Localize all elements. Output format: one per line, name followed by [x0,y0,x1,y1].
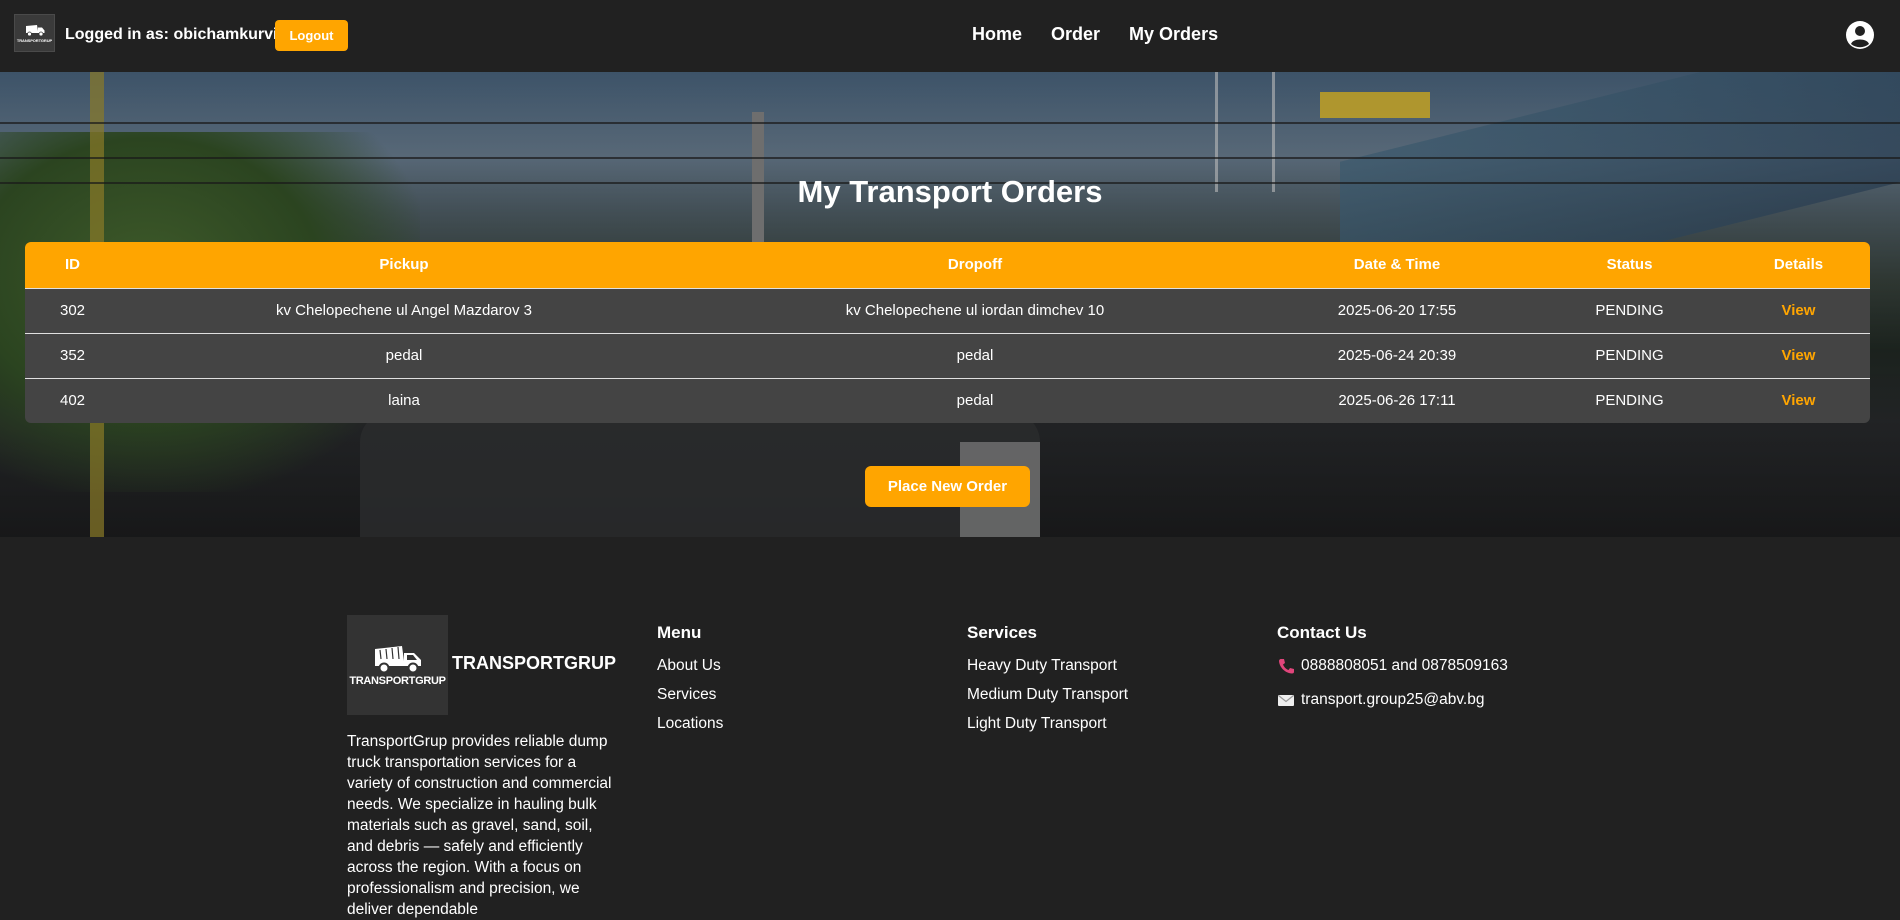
order-id: 402 [59,392,86,410]
footer-logo-text: TRANSPORTGRUP [349,675,446,687]
footer-link-medium-duty[interactable]: Medium Duty Transport [967,686,1128,704]
order-pickup: laina [388,392,420,410]
footer-description: TransportGrup provides reliable dump tru… [347,733,612,918]
page-title: My Transport Orders [797,174,1103,209]
footer-link-locations[interactable]: Locations [657,715,723,733]
place-new-order-button[interactable]: Place New Order [865,466,1030,507]
order-datetime: 2025-06-26 17:11 [1338,392,1456,410]
table-row: 302 kv Chelopechene ul Angel Mazdarov 3 … [25,288,1870,333]
nav-order[interactable]: Order [1051,24,1100,45]
column-header-id: ID [65,256,80,274]
nav-my-orders[interactable]: My Orders [1129,24,1218,45]
site-logo[interactable]: TRANSPORTGRUP [14,14,55,52]
table-row: 402 laina pedal 2025-06-26 17:11 PENDING… [25,378,1870,423]
footer-contact-title: Contact Us [1277,623,1367,642]
order-dropoff: kv Chelopechene ul iordan dimchev 10 [845,302,1105,319]
logged-in-text: Logged in as: obichamkurvi [65,26,278,43]
contact-email-text: transport.group25@abv.bg [1301,691,1485,708]
order-status: PENDING [1595,347,1664,364]
order-status: PENDING [1595,302,1664,319]
hero-background-wire [0,122,1900,124]
envelope-icon [1278,695,1294,706]
table-row: 352 pedal pedal 2025-06-24 20:39 PENDING… [25,333,1870,378]
footer-link-heavy-duty[interactable]: Heavy Duty Transport [967,657,1128,675]
order-pickup: pedal [385,347,423,364]
contact-phone-text: 0888808051 and 0878509163 [1301,657,1508,674]
contact-phone: 0888808051 and 0878509163 [1277,657,1508,675]
hero-section: My Transport Orders ID Pickup Dropoff Da… [0,72,1900,537]
footer-services: Services Heavy Duty Transport Medium Dut… [967,623,1128,744]
footer-services-title: Services [967,623,1037,642]
dump-truck-icon [374,646,421,673]
footer-menu-title: Menu [657,623,702,642]
hero-background-wire [0,157,1900,159]
column-header-dropoff: Dropoff [947,256,1003,274]
logo-text: TRANSPORTGRUP [16,38,53,43]
footer-link-services[interactable]: Services [657,686,723,704]
column-header-pickup: Pickup [379,256,429,274]
footer-link-light-duty[interactable]: Light Duty Transport [967,715,1128,733]
order-pickup: kv Chelopechene ul Angel Mazdarov 3 [276,302,532,319]
order-id: 302 [59,302,86,319]
order-status: PENDING [1595,392,1664,410]
table-header-row: ID Pickup Dropoff Date & Time Status Det… [25,242,1870,288]
footer-logo: TRANSPORTGRUP [347,615,448,715]
footer-brand: TRANSPORTGRUP [452,653,617,673]
hero-background-crane [1320,92,1430,118]
user-circle-icon[interactable] [1845,20,1875,50]
column-header-datetime: Date & Time [1353,256,1441,274]
contact-email: transport.group25@abv.bg [1277,691,1508,709]
orders-table: ID Pickup Dropoff Date & Time Status Det… [25,242,1870,423]
dump-truck-icon [25,25,44,37]
main-nav: Home Order My Orders [972,24,1218,45]
view-order-link[interactable]: View [1782,392,1816,409]
order-id: 352 [59,347,86,364]
order-datetime: 2025-06-20 17:55 [1337,302,1457,319]
footer-link-about-us[interactable]: About Us [657,657,723,675]
footer-contact: Contact Us 0888808051 and 0878509163 tra… [1277,623,1508,725]
column-header-status: Status [1606,256,1653,274]
footer: TRANSPORTGRUP TRANSPORTGRUP TransportGru… [0,537,1900,918]
footer-menu: Menu About Us Services Locations [657,623,723,744]
order-datetime: 2025-06-24 20:39 [1337,347,1457,364]
order-dropoff: pedal [956,392,994,410]
phone-icon [1279,659,1294,674]
order-dropoff: pedal [956,347,994,364]
view-order-link[interactable]: View [1782,347,1816,364]
logout-button[interactable]: Logout [275,20,348,51]
nav-home[interactable]: Home [972,24,1022,45]
view-order-link[interactable]: View [1782,302,1816,319]
top-navbar: TRANSPORTGRUP Logged in as: obichamkurvi… [0,0,1900,72]
column-header-details: Details [1773,256,1824,274]
